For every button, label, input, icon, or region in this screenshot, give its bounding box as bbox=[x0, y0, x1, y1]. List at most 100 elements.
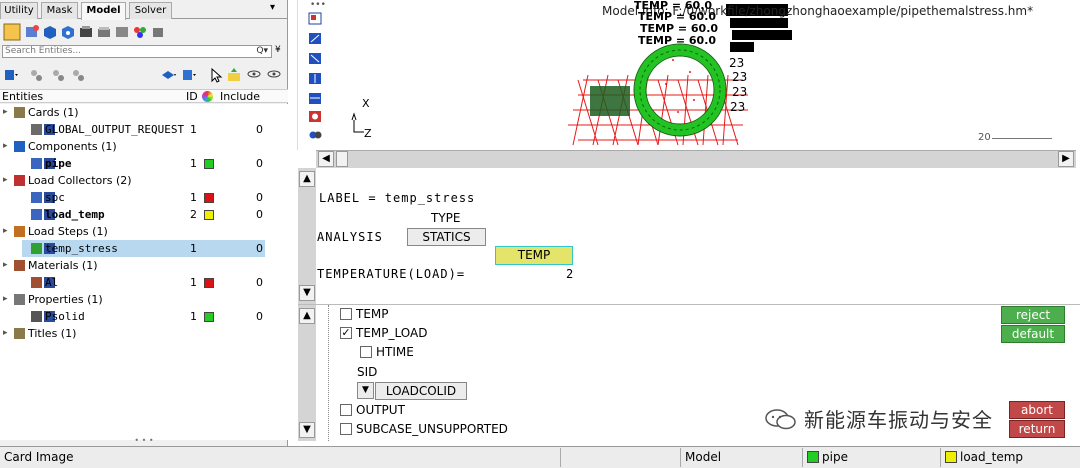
view-icon-2[interactable] bbox=[308, 32, 322, 45]
tree-folder[interactable]: ▸ Components (1) bbox=[0, 138, 288, 155]
status-current-load-collector[interactable]: load_temp bbox=[940, 448, 1080, 467]
abort-button[interactable]: abort bbox=[1009, 401, 1065, 419]
temperature-value[interactable]: 2 bbox=[566, 267, 574, 281]
load-label-3: TEMP = 60.0 bbox=[640, 22, 719, 35]
tree-folder[interactable]: ▸ Materials (1) bbox=[0, 257, 288, 274]
color-swatch[interactable] bbox=[204, 193, 214, 203]
color-swatch[interactable] bbox=[204, 312, 214, 322]
tree-item[interactable]: Al 1 0 bbox=[0, 274, 288, 291]
tree-folder[interactable]: ▸ Load Steps (1) bbox=[0, 223, 288, 240]
loadcolid-button[interactable]: LOADCOLID bbox=[375, 382, 467, 400]
display-mode-icon[interactable] bbox=[3, 67, 19, 83]
view-icon-3[interactable] bbox=[308, 52, 322, 65]
analysis-type-button[interactable]: STATICS bbox=[407, 228, 486, 246]
card-scrollbar[interactable]: ▲ ▼ bbox=[298, 168, 316, 304]
expand-toggle-icon[interactable]: ▸ bbox=[3, 325, 11, 342]
isolate-icon[interactable] bbox=[226, 67, 242, 83]
status-current-component[interactable]: pipe bbox=[802, 448, 940, 467]
tree-item[interactable]: load_temp 2 0 bbox=[0, 206, 288, 223]
card-scroll-down[interactable]: ▼ bbox=[299, 285, 315, 301]
graphics-area[interactable]: Model Info: F:/0/workfile/zhongzhonghaoe… bbox=[338, 0, 1080, 150]
options-scrollbar[interactable]: ▲ ▼ bbox=[298, 305, 316, 441]
expand-toggle-icon[interactable]: ▸ bbox=[3, 138, 11, 155]
tab-mask[interactable]: Mask bbox=[41, 2, 78, 19]
color-swatch[interactable] bbox=[204, 210, 214, 220]
node-label-2: 23 bbox=[732, 70, 748, 84]
loadcolid-dropdown-icon[interactable]: ▼ bbox=[357, 382, 374, 399]
part-icon[interactable] bbox=[60, 24, 76, 40]
color-swatch[interactable] bbox=[204, 278, 214, 288]
output-checkbox[interactable] bbox=[340, 404, 352, 416]
return-button[interactable]: return bbox=[1009, 420, 1065, 438]
tree-item[interactable]: Psolid 1 0 bbox=[0, 308, 288, 325]
view-icon-7[interactable] bbox=[308, 128, 322, 141]
header-id[interactable]: ID bbox=[186, 90, 198, 103]
filter-icon-1[interactable] bbox=[28, 67, 44, 83]
tree-item[interactable]: temp_stress 1 0 bbox=[0, 240, 288, 257]
tab-overflow-icon[interactable]: ▾ bbox=[270, 2, 275, 13]
temp-button[interactable]: TEMP bbox=[495, 246, 573, 265]
tree-folder[interactable]: ▸ Properties (1) bbox=[0, 291, 288, 308]
group-icon[interactable] bbox=[132, 24, 148, 40]
subcase-unsupported-checkbox[interactable] bbox=[340, 423, 352, 435]
visibility-icon[interactable] bbox=[266, 67, 282, 83]
default-button[interactable]: default bbox=[1001, 325, 1065, 343]
scroll-thumb[interactable] bbox=[336, 151, 348, 167]
temp-load-checkbox[interactable]: ✓ bbox=[340, 327, 352, 339]
panel-resize-grip[interactable]: • • • bbox=[0, 437, 288, 446]
shaded-display-icon[interactable] bbox=[160, 67, 176, 83]
collapse-icon[interactable]: ¥ bbox=[275, 45, 281, 55]
expand-toggle-icon[interactable]: ▸ bbox=[3, 172, 11, 189]
tab-solver[interactable]: Solver bbox=[129, 2, 172, 19]
expand-toggle-icon[interactable]: ▸ bbox=[3, 104, 11, 121]
show-hide-icon[interactable] bbox=[246, 67, 262, 83]
horizontal-scrollbar[interactable]: ◀ ▶ bbox=[316, 150, 1076, 168]
options-scroll-down[interactable]: ▼ bbox=[299, 422, 315, 438]
tree-item[interactable]: spc 1 0 bbox=[0, 189, 288, 206]
tree-id: 1 bbox=[190, 310, 197, 323]
analysis-label: ANALYSIS bbox=[317, 230, 383, 244]
temp-checkbox[interactable] bbox=[340, 308, 352, 320]
scroll-left-button[interactable]: ◀ bbox=[318, 151, 334, 167]
view-icon-1[interactable] bbox=[308, 12, 322, 25]
tree-folder[interactable]: ▸ Cards (1) bbox=[0, 104, 288, 121]
all-entities-icon[interactable] bbox=[3, 23, 21, 41]
tree-folder[interactable]: ▸ Titles (1) bbox=[0, 325, 288, 342]
expand-toggle-icon[interactable]: ▸ bbox=[3, 257, 11, 274]
card-scroll-up[interactable]: ▲ bbox=[299, 171, 315, 187]
options-scroll-up[interactable]: ▲ bbox=[299, 308, 315, 324]
filter-icon-2[interactable] bbox=[50, 67, 66, 83]
select-cursor-icon[interactable] bbox=[208, 67, 224, 83]
scroll-right-button[interactable]: ▶ bbox=[1058, 151, 1074, 167]
header-entities[interactable]: Entities bbox=[2, 90, 43, 103]
set-icon[interactable] bbox=[150, 24, 166, 40]
view-icon-5[interactable] bbox=[308, 92, 322, 105]
header-include[interactable]: Include bbox=[220, 90, 260, 103]
material-item-icon bbox=[31, 277, 42, 288]
search-options-icon[interactable]: Q▾ bbox=[256, 46, 268, 57]
reject-button[interactable]: reject bbox=[1001, 306, 1065, 324]
system-icon[interactable] bbox=[114, 24, 130, 40]
tree-item[interactable]: pipe 1 0 bbox=[0, 155, 288, 172]
tree-item[interactable]: GLOBAL_OUTPUT_REQUEST 1 0 bbox=[0, 121, 288, 138]
color-swatch[interactable] bbox=[204, 159, 214, 169]
tab-utility[interactable]: Utility bbox=[0, 2, 38, 19]
component-filter-icon[interactable] bbox=[42, 24, 58, 40]
property-filter-icon[interactable] bbox=[78, 24, 94, 40]
tree-folder[interactable]: ▸ Load Collectors (2) bbox=[0, 172, 288, 189]
load-step-item-icon bbox=[31, 243, 42, 254]
material-filter-icon[interactable] bbox=[96, 24, 112, 40]
view-icon-6[interactable] bbox=[308, 110, 322, 123]
tree-label: load_temp bbox=[45, 208, 105, 221]
wireframe-display-icon[interactable] bbox=[180, 67, 196, 83]
load-collector-color-swatch bbox=[945, 451, 957, 463]
htime-checkbox[interactable] bbox=[360, 346, 372, 358]
tab-model[interactable]: Model bbox=[81, 2, 126, 20]
search-input[interactable]: Search Entities... Q▾ bbox=[2, 45, 272, 58]
tree-label: Components (1) bbox=[28, 140, 117, 153]
assembly-icon[interactable] bbox=[24, 24, 40, 40]
filter-icon-3[interactable] bbox=[70, 67, 86, 83]
view-icon-4[interactable] bbox=[308, 72, 322, 85]
expand-toggle-icon[interactable]: ▸ bbox=[3, 223, 11, 240]
expand-toggle-icon[interactable]: ▸ bbox=[3, 291, 11, 308]
